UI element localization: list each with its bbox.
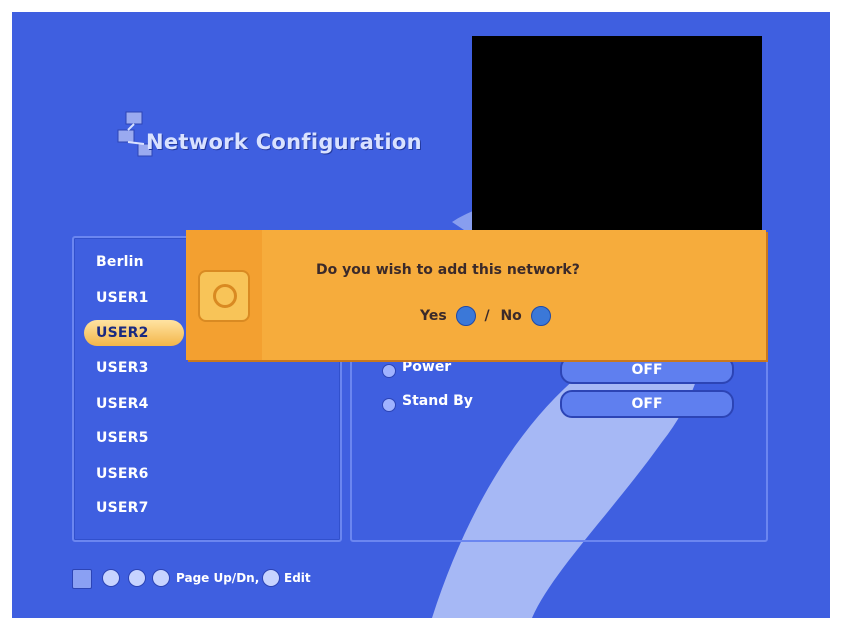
list-item[interactable]: USER7: [96, 500, 149, 516]
no-label[interactable]: No: [500, 308, 521, 324]
dialog-answer-row: Yes / No: [420, 306, 555, 326]
list-item[interactable]: USER3: [96, 360, 149, 376]
list-item[interactable]: USER1: [96, 290, 149, 306]
ok-button-icon[interactable]: [455, 306, 476, 326]
exit-key-icon: [152, 569, 170, 587]
setting-label: Stand By: [402, 393, 473, 409]
footer-hint: Page Up/Dn,: [176, 571, 260, 585]
list-item[interactable]: USER5: [96, 430, 149, 446]
tv-screen: Network Configuration Berlin USER1 USER2…: [12, 12, 830, 618]
bullet-icon: [382, 364, 396, 378]
power-value[interactable]: OFF: [560, 356, 734, 384]
separator: /: [484, 308, 490, 324]
ok-key-icon: [128, 569, 146, 587]
footer-edit: Edit: [284, 571, 311, 585]
add-network-icon: [198, 270, 250, 322]
list-item[interactable]: Berlin: [96, 254, 144, 270]
list-item[interactable]: USER6: [96, 466, 149, 482]
list-item-selected[interactable]: USER2: [84, 320, 184, 346]
dialog-question: Do you wish to add this network?: [316, 262, 580, 278]
setting-label: Power: [402, 359, 452, 375]
info-key-icon: [102, 569, 120, 587]
page-title: Network Configuration: [146, 130, 422, 154]
bullet-icon: [382, 398, 396, 412]
standby-value[interactable]: OFF: [560, 390, 734, 418]
dialog-icon-strip: [186, 230, 262, 360]
info-button-icon[interactable]: [530, 306, 551, 326]
edit-key-icon: [262, 569, 280, 587]
yes-label[interactable]: Yes: [420, 308, 447, 324]
list-item[interactable]: USER4: [96, 396, 149, 412]
video-preview: [472, 36, 762, 232]
confirm-dialog: Do you wish to add this network? Yes / N…: [186, 230, 766, 360]
help-icon: [72, 569, 92, 589]
